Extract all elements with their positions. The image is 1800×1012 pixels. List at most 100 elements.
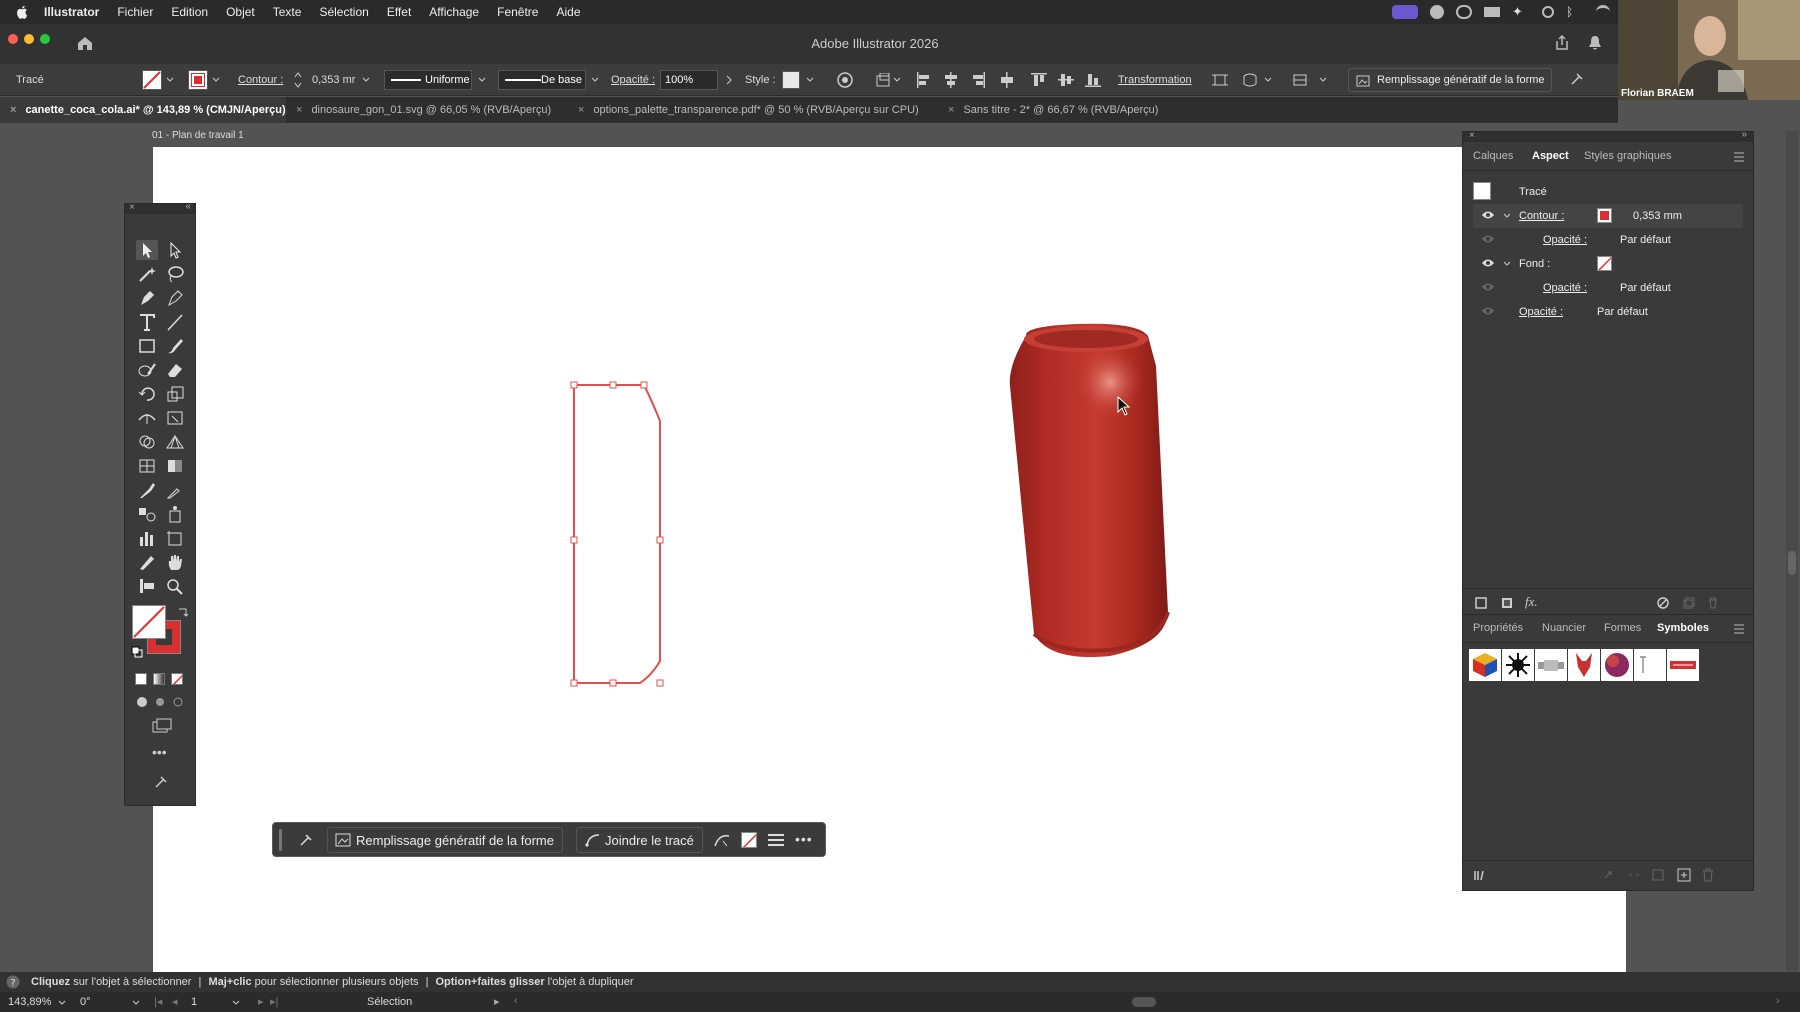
stroke-weight-value[interactable]: 0,353 mr — [312, 74, 355, 86]
width-tool-icon[interactable] — [136, 408, 158, 428]
cloud-icon[interactable] — [1456, 5, 1472, 19]
scale-tool-icon[interactable] — [164, 384, 186, 404]
artboard-number-select[interactable]: 1 — [191, 996, 197, 1008]
rotate-tool-icon[interactable] — [136, 384, 158, 404]
prev-artboard-icon[interactable]: ◂ — [172, 995, 178, 1008]
eraser-tool-icon[interactable] — [164, 360, 186, 380]
gradient-mode-button[interactable] — [153, 673, 165, 685]
graphic-style-swatch[interactable] — [782, 71, 800, 89]
chevron-down-icon[interactable] — [58, 1000, 66, 1006]
chevron-down-icon[interactable] — [478, 77, 486, 83]
paintbrush-tool-icon[interactable] — [164, 336, 186, 356]
panel-menu-icon[interactable] — [1733, 624, 1745, 634]
appearance-fill-row[interactable]: Fond : — [1473, 252, 1743, 276]
scroll-left-icon[interactable]: ‹ — [514, 995, 518, 1007]
add-effect-icon[interactable]: fx. — [1525, 594, 1538, 610]
align-to-icon[interactable] — [876, 73, 892, 87]
simplify-path-icon[interactable] — [713, 832, 731, 848]
panel-menu-icon[interactable] — [1733, 152, 1745, 162]
type-tool-icon[interactable] — [136, 312, 158, 332]
canvas-horizontal-scrollbar[interactable] — [1132, 997, 1156, 1007]
lasso-tool-icon[interactable] — [164, 264, 186, 284]
menu-effet[interactable]: Effet — [387, 5, 411, 19]
symbol-cube[interactable] — [1469, 649, 1501, 681]
clear-appearance-icon[interactable] — [1657, 597, 1669, 609]
drag-handle[interactable] — [279, 829, 282, 851]
first-artboard-icon[interactable]: |◂ — [154, 995, 162, 1008]
opacity-label[interactable]: Opacité : — [1519, 306, 1563, 318]
menu-selection[interactable]: Sélection — [319, 5, 368, 19]
warp-icon[interactable] — [1242, 72, 1258, 88]
slice-tool-icon[interactable] — [136, 552, 158, 572]
history-icon[interactable] — [1542, 6, 1554, 18]
fill-color-swatch[interactable] — [1597, 256, 1612, 271]
pen-tool-icon[interactable] — [136, 288, 158, 308]
visibility-eye-icon[interactable] — [1481, 258, 1495, 268]
magic-wand-tool-icon[interactable] — [136, 264, 158, 284]
fill-swatch[interactable] — [142, 70, 162, 90]
color-mode-button[interactable] — [135, 673, 147, 685]
last-artboard-icon[interactable]: ▸| — [270, 995, 278, 1008]
menu-affichage[interactable]: Affichage — [429, 5, 479, 19]
fill-color-swatch[interactable] — [132, 605, 166, 639]
close-tab-icon[interactable]: × — [10, 104, 16, 116]
tab-dinosaure[interactable]: × dinosaure_gon_01.svg @ 66,05 % (RVB/Ape… — [296, 97, 551, 123]
mesh-tool-icon[interactable] — [136, 456, 158, 476]
shaper-tool-icon[interactable] — [136, 360, 158, 380]
draw-behind-icon[interactable] — [153, 696, 167, 708]
symbol-fox[interactable] — [1568, 649, 1600, 681]
eyedropper-tool-icon[interactable] — [136, 480, 158, 500]
chevron-down-icon[interactable] — [132, 1000, 140, 1006]
none-mode-button[interactable] — [171, 673, 183, 685]
transform-link[interactable]: Transformation — [1118, 74, 1192, 86]
menu-objet[interactable]: Objet — [226, 5, 255, 19]
symbol-ribbon[interactable] — [1535, 649, 1567, 681]
free-transform-tool-icon[interactable] — [164, 408, 186, 428]
appearance-fill-opacity-row[interactable]: Opacité : Par défaut — [1473, 276, 1743, 300]
stroke-color-swatch[interactable] — [1597, 208, 1612, 223]
tab-canette[interactable]: × canette_coca_cola.ai* @ 143,89 % (CMJN/… — [0, 97, 286, 123]
swap-fill-stroke-icon[interactable] — [177, 606, 189, 618]
screen-mode-icon[interactable] — [151, 718, 173, 734]
print-tiling-tool-icon[interactable] — [136, 576, 158, 596]
blend-tool-icon[interactable] — [136, 504, 158, 524]
appearance-stroke-opacity-row[interactable]: Opacité : Par défaut — [1473, 228, 1743, 252]
menu-fichier[interactable]: Fichier — [117, 5, 153, 19]
visibility-eye-icon[interactable] — [1481, 234, 1495, 244]
hand-tool-icon[interactable] — [164, 552, 186, 572]
stroke-weight-value[interactable]: 0,353 mm — [1633, 210, 1682, 222]
tab-styles-graphiques[interactable]: Styles graphiques — [1584, 150, 1671, 162]
align-top-icon[interactable] — [1031, 72, 1047, 88]
zoom-tool-icon[interactable] — [164, 576, 186, 596]
envelope-icon[interactable] — [1292, 72, 1308, 88]
menu-fenetre[interactable]: Fenêtre — [497, 5, 538, 19]
direct-selection-tool-icon[interactable] — [164, 240, 186, 260]
rectangle-tool-icon[interactable] — [136, 336, 158, 356]
tab-sans-titre[interactable]: × Sans titre - 2* @ 66,67 % (RVB/Aperçu) — [948, 97, 1158, 123]
close-tab-icon[interactable]: × — [948, 104, 954, 116]
opacity-label[interactable]: Opacité : — [611, 74, 655, 86]
pin-icon[interactable] — [297, 833, 313, 849]
tab-formes[interactable]: Formes — [1604, 622, 1641, 634]
scroll-right-icon[interactable]: › — [1776, 995, 1780, 1007]
recolor-icon[interactable] — [837, 72, 853, 88]
chevron-down-icon[interactable] — [232, 1000, 240, 1006]
zoom-window-button[interactable] — [40, 34, 50, 44]
close-window-button[interactable] — [8, 34, 18, 44]
red-can-3d-render[interactable] — [998, 322, 1208, 662]
appearance-opacity-row[interactable]: Opacité : Par défaut — [1473, 300, 1743, 324]
opacity-input[interactable]: 100% — [660, 70, 718, 90]
status-menu-icon[interactable]: ▸ — [494, 995, 500, 1008]
default-fill-stroke-icon[interactable] — [131, 646, 143, 658]
align-bottom-icon[interactable] — [1085, 72, 1101, 88]
close-tab-icon[interactable]: × — [578, 104, 584, 116]
pin-icon[interactable] — [153, 776, 167, 790]
stepper-icon[interactable] — [294, 71, 302, 89]
stroke-weight-label[interactable]: Contour : — [238, 74, 283, 86]
minimize-window-button[interactable] — [24, 34, 34, 44]
next-artboard-icon[interactable]: ▸ — [258, 995, 264, 1008]
duplicate-item-icon[interactable] — [1683, 597, 1695, 609]
stroke-label[interactable]: Contour : — [1519, 210, 1564, 222]
delete-item-icon[interactable] — [1707, 597, 1719, 609]
symbol-splat[interactable] — [1502, 649, 1534, 681]
